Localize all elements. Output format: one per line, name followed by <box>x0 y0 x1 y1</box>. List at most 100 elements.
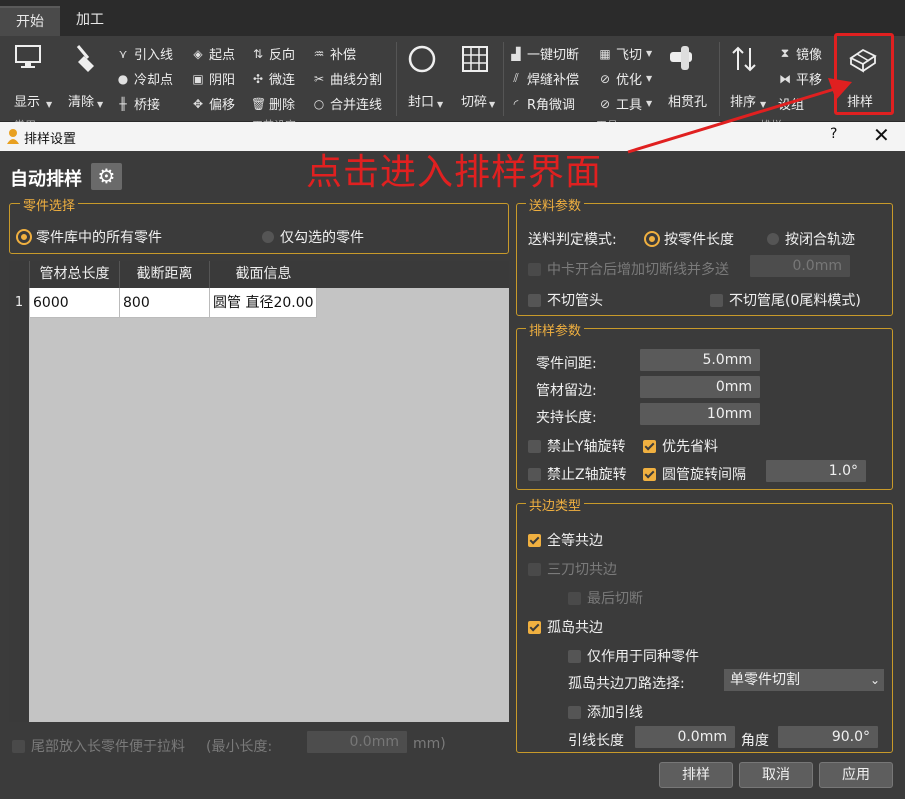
chevron-down-icon: ⌄ <box>869 673 880 687</box>
checkbox-icon <box>528 293 541 307</box>
curve-split-button[interactable]: ✂ 曲线分割 <box>312 69 382 89</box>
display-dropdown-icon[interactable]: ▼ <box>46 100 52 109</box>
offset-button[interactable]: ✥ 偏移 <box>191 94 235 114</box>
bridge-button[interactable]: ╫ 桥接 <box>116 94 160 114</box>
table-cell[interactable]: 800 <box>120 288 210 318</box>
cancel-button[interactable]: 取消 <box>739 762 813 788</box>
gear-icon[interactable]: ⚙ <box>91 163 122 190</box>
cooling-point-label: 冷却点 <box>134 73 174 88</box>
nest-params-legend: 排样参数 <box>526 320 585 339</box>
nest-confirm-button[interactable]: 排样 <box>659 762 733 788</box>
by-part-length-label: 按零件长度 <box>664 232 734 248</box>
tab-start[interactable]: 开始 <box>0 6 60 36</box>
row-number[interactable]: 1 <box>9 288 29 318</box>
start-point-label: 起点 <box>209 48 236 63</box>
tab-process[interactable]: 加工 <box>60 6 120 36</box>
trash-icon: 🗑 <box>251 96 267 111</box>
weld-compensate-label: 焊缝补偿 <box>527 73 580 88</box>
ribbon-separator <box>503 42 504 116</box>
radio-on-icon <box>18 231 30 243</box>
last-cut-checkbox[interactable]: 最后切断 <box>568 588 643 608</box>
full-common-checkbox[interactable]: 全等共边 <box>528 530 603 550</box>
margin-input[interactable]: 0mm <box>640 376 760 398</box>
no-head-checkbox[interactable]: 不切管头 <box>528 290 603 310</box>
three-knife-label: 三刀切共边 <box>547 562 617 578</box>
radio-all-parts[interactable]: 零件库中的所有零件 <box>18 227 162 247</box>
last-cut-label: 最后切断 <box>587 591 643 607</box>
bridge-icon: ╫ <box>119 96 127 111</box>
rotation-interval-input[interactable]: 1.0° <box>766 460 866 482</box>
lead-in-button[interactable]: ⋎ 引入线 <box>116 44 173 64</box>
island-common-label: 孤岛共边 <box>547 620 603 636</box>
one-key-cut-label: 一键切断 <box>527 48 580 63</box>
three-knife-checkbox[interactable]: 三刀切共边 <box>528 559 617 579</box>
angle-input[interactable]: 90.0° <box>778 726 878 748</box>
feed-params-legend: 送料参数 <box>526 195 585 214</box>
dialog-title: 排样设置 <box>24 132 77 147</box>
merge-lines-label: 合并连线 <box>330 98 383 113</box>
start-point-button[interactable]: ◈ 起点 <box>191 44 236 64</box>
table-cell[interactable]: 圆管 直径20.00 <box>210 288 317 318</box>
cooling-point-button[interactable]: ● 冷却点 <box>116 69 174 89</box>
radio-on-icon <box>646 233 658 245</box>
ring-icon: ○ <box>313 96 325 111</box>
radio-by-closed-track[interactable]: 按闭合轨迹 <box>767 229 855 249</box>
lead-length-input[interactable]: 0.0mm <box>635 726 735 748</box>
no-y-rotation-checkbox[interactable]: 禁止Y轴旋转 <box>528 436 626 456</box>
no-tail-label: 不切管尾(0尾料模式) <box>729 293 861 309</box>
spacing-input[interactable]: 5.0mm <box>640 349 760 371</box>
corner-icon: ◜ <box>513 96 519 111</box>
apply-button[interactable]: 应用 <box>819 762 893 788</box>
optimize-icon: ⊘ <box>599 71 611 86</box>
tail-long-part-checkbox[interactable]: 尾部放入长零件便于拉料 <box>12 736 185 756</box>
checkbox-checked-icon <box>643 467 656 481</box>
page-title: 自动排样 <box>10 169 82 190</box>
reverse-label: 反向 <box>269 48 296 63</box>
island-path-select[interactable]: 单零件切割 ⌄ <box>724 669 884 691</box>
square-icon: ▣ <box>192 71 204 86</box>
seal-dropdown-icon[interactable]: ▼ <box>437 100 443 109</box>
micro-joint-button[interactable]: ✣ 微连 <box>251 69 295 89</box>
no-tail-checkbox[interactable]: 不切管尾(0尾料模式) <box>710 290 861 310</box>
round-rotation-checkbox[interactable]: 圆管旋转间隔 <box>643 464 746 484</box>
clamp-input[interactable]: 10mm <box>640 403 760 425</box>
col-section-info[interactable]: 截面信息 <box>210 261 317 288</box>
island-path-value: 单零件切割 <box>730 672 800 688</box>
checkbox-icon <box>568 649 581 663</box>
seal-button[interactable]: 封口 <box>402 44 442 110</box>
radio-by-part-length[interactable]: 按零件长度 <box>646 229 734 249</box>
radio-all-label: 零件库中的所有零件 <box>36 230 162 246</box>
no-z-rotation-checkbox[interactable]: 禁止Z轴旋转 <box>528 464 627 484</box>
checkbox-icon <box>528 439 541 453</box>
fly-cut-dropdown-icon: ▼ <box>646 49 653 58</box>
min-length-input[interactable]: 0.0mm <box>307 731 407 753</box>
save-material-checkbox[interactable]: 优先省料 <box>643 436 718 456</box>
checkbox-checked-icon <box>528 620 541 634</box>
checkbox-checked-icon <box>643 439 656 453</box>
one-key-cut-button[interactable]: ▟ 一键切断 <box>509 44 580 64</box>
yin-yang-button[interactable]: ▣ 阴阳 <box>191 69 235 89</box>
weld-compensate-button[interactable]: ⫽ 焊缝补偿 <box>509 69 579 88</box>
display-button[interactable]: 显示 <box>8 44 48 110</box>
delete-button[interactable]: 🗑 删除 <box>251 94 295 114</box>
merge-lines-button[interactable]: ○ 合并连线 <box>312 94 383 114</box>
table-cell[interactable]: 6000 <box>30 288 120 318</box>
add-lead-checkbox[interactable]: 添加引线 <box>568 702 643 722</box>
r-corner-label: R角微调 <box>527 98 576 113</box>
no-head-label: 不切管头 <box>547 293 603 309</box>
clear-dropdown-icon[interactable]: ▼ <box>97 100 103 109</box>
island-common-checkbox[interactable]: 孤岛共边 <box>528 617 603 637</box>
compensate-button[interactable]: ♒ 补偿 <box>312 44 356 64</box>
feed-mode-label: 送料判定模式: <box>528 232 617 248</box>
chop-dropdown-icon[interactable]: ▼ <box>489 100 495 109</box>
same-part-only-checkbox[interactable]: 仅作用于同种零件 <box>568 646 699 666</box>
reverse-button[interactable]: ⇅ 反向 <box>251 44 296 64</box>
extra-cut-input[interactable]: 0.0mm <box>750 255 850 277</box>
col-cut-distance[interactable]: 截断距离 <box>120 261 210 288</box>
col-pipe-length[interactable]: 管材总长度 <box>30 261 120 288</box>
r-corner-button[interactable]: ◜ R角微调 <box>509 94 576 114</box>
extra-cut-checkbox[interactable]: 中卡开合后增加切断线并多送 <box>528 259 729 279</box>
radio-checked-parts[interactable]: 仅勾选的零件 <box>262 227 364 247</box>
checkbox-icon <box>528 467 541 481</box>
grid-icon <box>455 44 495 81</box>
